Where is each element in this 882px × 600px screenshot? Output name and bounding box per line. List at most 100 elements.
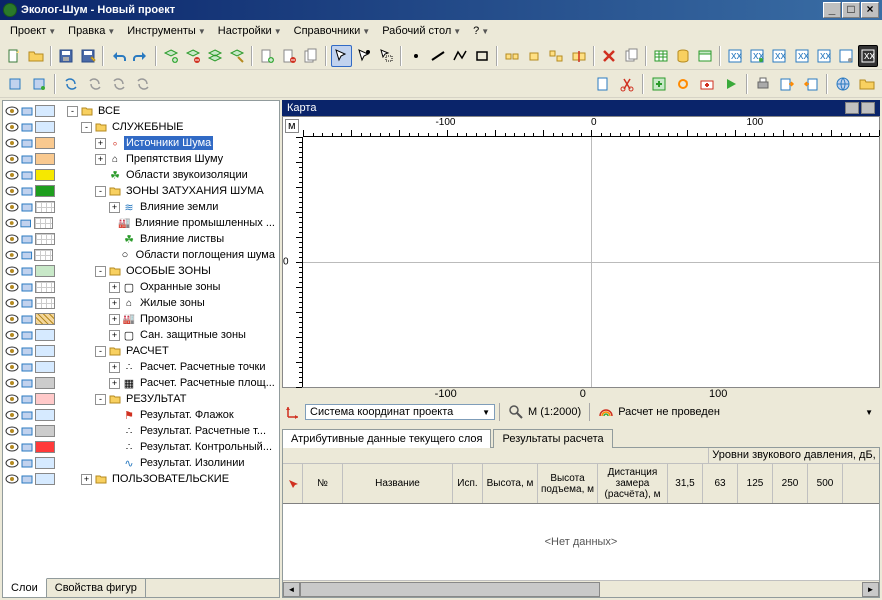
expand-icon[interactable]: +: [95, 154, 106, 165]
tab-attr-current-layer[interactable]: Атрибутивные данные текущего слоя: [282, 429, 491, 448]
tree-item[interactable]: ∴Результат. Контрольный...: [5, 439, 277, 455]
draw-line-icon[interactable]: [428, 45, 448, 67]
visibility-icon[interactable]: [5, 344, 19, 358]
tree-item[interactable]: ○Области поглощения шума: [5, 247, 277, 263]
layer-state-icon[interactable]: [20, 184, 34, 198]
layer-state-icon[interactable]: [20, 136, 34, 150]
expand-icon[interactable]: -: [95, 266, 106, 277]
layers-tree[interactable]: -ВСЕ-СЛУЖЕБНЫЕ+◦Источники Шума+⌂Препятст…: [3, 101, 279, 578]
visibility-icon[interactable]: [5, 104, 19, 118]
undo-icon[interactable]: [108, 45, 128, 67]
layer-state-icon[interactable]: [20, 200, 34, 214]
expand-icon[interactable]: -: [95, 394, 106, 405]
refresh-icon[interactable]: [672, 73, 694, 95]
new-icon[interactable]: [4, 45, 24, 67]
play-icon[interactable]: [720, 73, 742, 95]
map-canvas[interactable]: -100 0 100 0 м: [282, 116, 880, 388]
sync4-icon[interactable]: [132, 73, 154, 95]
layer-state-icon[interactable]: [20, 328, 34, 342]
tree-item[interactable]: -РАСЧЕТ: [5, 343, 277, 359]
draw-polyline-icon[interactable]: [450, 45, 470, 67]
tree-item[interactable]: +▦Расчет. Расчетные площ...: [5, 375, 277, 391]
visibility-icon[interactable]: [5, 216, 18, 230]
visibility-icon[interactable]: [5, 440, 19, 454]
map-restore-icon[interactable]: [845, 102, 859, 114]
layer-state-icon[interactable]: [20, 360, 34, 374]
col-header[interactable]: Дистанция замера (расчёта), м: [598, 464, 668, 503]
visibility-icon[interactable]: [5, 120, 19, 134]
docs-icon[interactable]: [301, 45, 321, 67]
visibility-icon[interactable]: [5, 296, 19, 310]
col-header[interactable]: Высота подъема, м: [538, 464, 598, 503]
menu-настройки[interactable]: Настройки▼: [212, 23, 288, 39]
doc-add-icon[interactable]: [257, 45, 277, 67]
kit-icon[interactable]: [696, 73, 718, 95]
visibility-icon[interactable]: [5, 360, 19, 374]
layer-state-icon[interactable]: [20, 376, 34, 390]
calc5-icon[interactable]: xx: [814, 45, 834, 67]
visibility-icon[interactable]: [5, 328, 19, 342]
sync1-icon[interactable]: [60, 73, 82, 95]
visibility-icon[interactable]: [5, 408, 19, 422]
table-icon[interactable]: [651, 45, 671, 67]
select-point-icon[interactable]: [354, 45, 374, 67]
menu-правка[interactable]: Правка▼: [62, 23, 121, 39]
menu-?[interactable]: ?▼: [467, 23, 495, 39]
calc6-icon[interactable]: [836, 45, 856, 67]
tree-item[interactable]: ⚑Результат. Флажок: [5, 407, 277, 423]
expand-icon[interactable]: +: [109, 362, 120, 373]
tree-item[interactable]: +∴Расчет. Расчетные точки: [5, 359, 277, 375]
col-header[interactable]: 125: [738, 464, 773, 503]
layer-state-icon[interactable]: [20, 312, 34, 326]
layer-state-icon[interactable]: [20, 280, 34, 294]
open-icon[interactable]: [26, 45, 46, 67]
draw-rect-icon[interactable]: [472, 45, 492, 67]
tree-item[interactable]: +🏭Промзоны: [5, 311, 277, 327]
tree-item[interactable]: ☘Области звукоизоляции: [5, 167, 277, 183]
expand-icon[interactable]: +: [81, 474, 92, 485]
coord-system-combo[interactable]: Система координат проекта▼: [305, 404, 495, 420]
merge-icon[interactable]: [524, 45, 544, 67]
visibility-icon[interactable]: [5, 200, 19, 214]
visibility-icon[interactable]: [5, 424, 19, 438]
expand-icon[interactable]: +: [109, 282, 120, 293]
tab-calc-results[interactable]: Результаты расчета: [493, 429, 612, 448]
visibility-icon[interactable]: [5, 168, 19, 182]
col-header[interactable]: 250: [773, 464, 808, 503]
layer-state-icon[interactable]: [20, 472, 34, 486]
zoom-extents-icon[interactable]: [4, 73, 26, 95]
zoom-in-icon[interactable]: [28, 73, 50, 95]
tree-item[interactable]: -ОСОБЫЕ ЗОНЫ: [5, 263, 277, 279]
folder2-icon[interactable]: [856, 73, 878, 95]
tree-item[interactable]: -РЕЗУЛЬТАТ: [5, 391, 277, 407]
close-button[interactable]: ×: [861, 2, 879, 18]
expand-icon[interactable]: -: [95, 186, 106, 197]
import-icon[interactable]: [800, 73, 822, 95]
copy-icon[interactable]: [621, 45, 641, 67]
tree-item[interactable]: +⌂Жилые зоны: [5, 295, 277, 311]
print-icon[interactable]: [752, 73, 774, 95]
visibility-icon[interactable]: [5, 312, 19, 326]
visibility-icon[interactable]: [5, 392, 19, 406]
col-header[interactable]: Название: [343, 464, 453, 503]
calc3-icon[interactable]: xx: [769, 45, 789, 67]
tree-item[interactable]: ∿Результат. Изолинии: [5, 455, 277, 471]
visibility-icon[interactable]: [5, 248, 19, 262]
layer-state-icon[interactable]: [20, 152, 34, 166]
save-icon[interactable]: [56, 45, 76, 67]
layer-state-icon[interactable]: [20, 440, 34, 454]
expand-icon[interactable]: -: [81, 122, 92, 133]
row-selector[interactable]: [283, 464, 303, 503]
tree-item[interactable]: +ПОЛЬЗОВАТЕЛЬСКИЕ: [5, 471, 277, 487]
tree-item[interactable]: +≋Влияние земли: [5, 199, 277, 215]
props-icon[interactable]: [695, 45, 715, 67]
col-header[interactable]: №: [303, 464, 343, 503]
expand-icon[interactable]: -: [67, 106, 78, 117]
menu-проект[interactable]: Проект▼: [4, 23, 62, 39]
pointer-icon[interactable]: [331, 45, 351, 67]
select-rect-icon[interactable]: [376, 45, 396, 67]
col-header[interactable]: 63: [703, 464, 738, 503]
saveas-icon[interactable]: [78, 45, 98, 67]
report-icon[interactable]: [592, 73, 614, 95]
map-close-icon[interactable]: [861, 102, 875, 114]
